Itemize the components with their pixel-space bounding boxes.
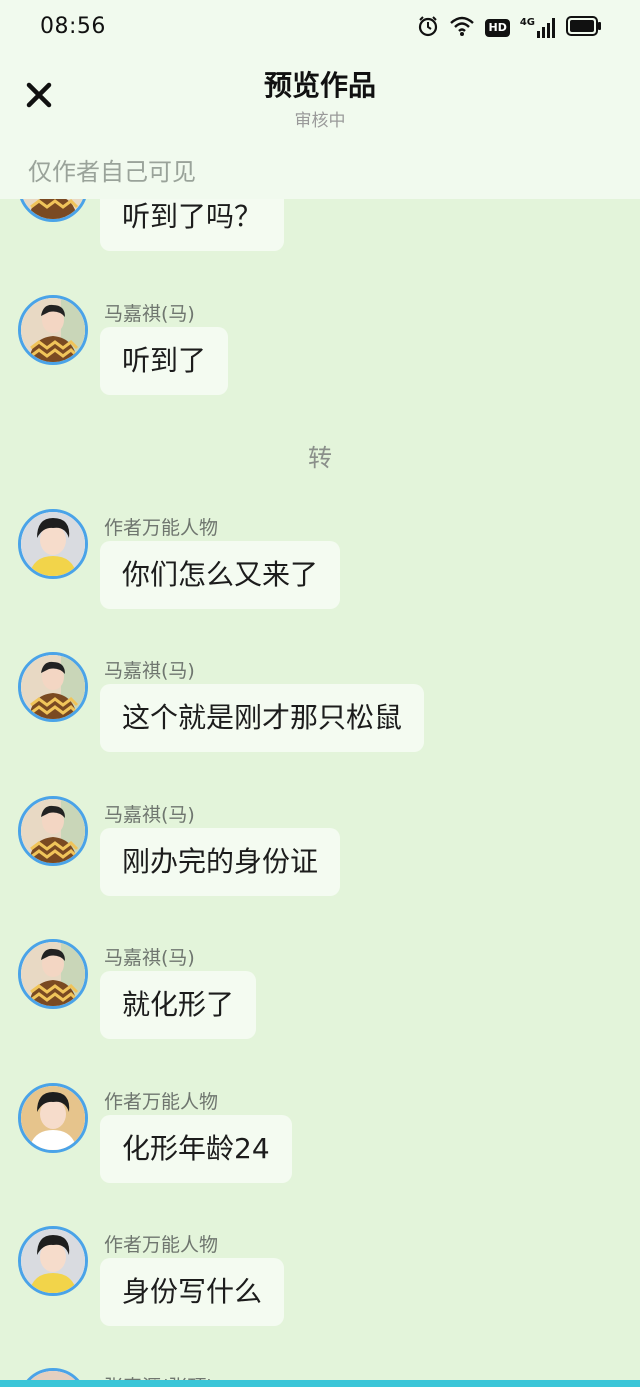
signal-4g-icon: 4G (520, 17, 556, 39)
sender-name: 作者万能人物 (104, 1091, 219, 1113)
avatar[interactable] (18, 295, 88, 365)
section-divider: 转 (308, 444, 332, 472)
message-bubble[interactable]: 化形年龄24 (100, 1115, 292, 1183)
visibility-note: 仅作者自己可见 (28, 158, 196, 186)
message-bubble[interactable]: 就化形了 (100, 971, 257, 1039)
status-bar: 08:56 HD 4G (0, 0, 640, 56)
sender-name: 马嘉祺(马) (104, 947, 195, 969)
battery-icon (566, 16, 602, 40)
sender-name: 作者万能人物 (104, 517, 219, 539)
avatar[interactable] (18, 652, 88, 722)
sender-name: 马嘉祺(马) (104, 303, 195, 325)
network-type-label: 4G (519, 17, 535, 28)
chat-list[interactable]: 听到了吗？ 马嘉祺(马) 听到了 转 作者万能人物 你们怎么又来了 马嘉祺(马)… (0, 0, 640, 1387)
bottom-progress-strip (0, 1380, 640, 1387)
alarm-icon (417, 15, 439, 41)
sender-name: 马嘉祺(马) (104, 660, 195, 682)
hd-icon: HD (485, 19, 510, 37)
message-bubble[interactable]: 你们怎么又来了 (100, 541, 341, 609)
wifi-icon (449, 15, 475, 41)
avatar[interactable] (18, 509, 88, 579)
screen: 听到了吗？ 马嘉祺(马) 听到了 转 作者万能人物 你们怎么又来了 马嘉祺(马)… (0, 0, 640, 1387)
top-header: 08:56 HD 4G 预览作品 审核中 仅作者自己可见 (0, 0, 640, 199)
message-bubble[interactable]: 刚办完的身份证 (100, 828, 341, 896)
sender-name: 马嘉祺(马) (104, 804, 195, 826)
avatar[interactable] (18, 1226, 88, 1296)
message-bubble[interactable]: 身份写什么 (100, 1258, 285, 1326)
avatar[interactable] (18, 796, 88, 866)
status-icons: HD 4G (417, 14, 602, 42)
status-time: 08:56 (40, 14, 106, 39)
avatar[interactable] (18, 1083, 88, 1153)
avatar[interactable] (18, 939, 88, 1009)
message-bubble[interactable]: 听到了 (100, 327, 229, 395)
message-bubble[interactable]: 这个就是刚才那只松鼠 (100, 684, 425, 752)
review-status: 审核中 (294, 111, 346, 131)
sender-name: 作者万能人物 (104, 1234, 219, 1256)
page-title: 预览作品 (263, 69, 376, 102)
